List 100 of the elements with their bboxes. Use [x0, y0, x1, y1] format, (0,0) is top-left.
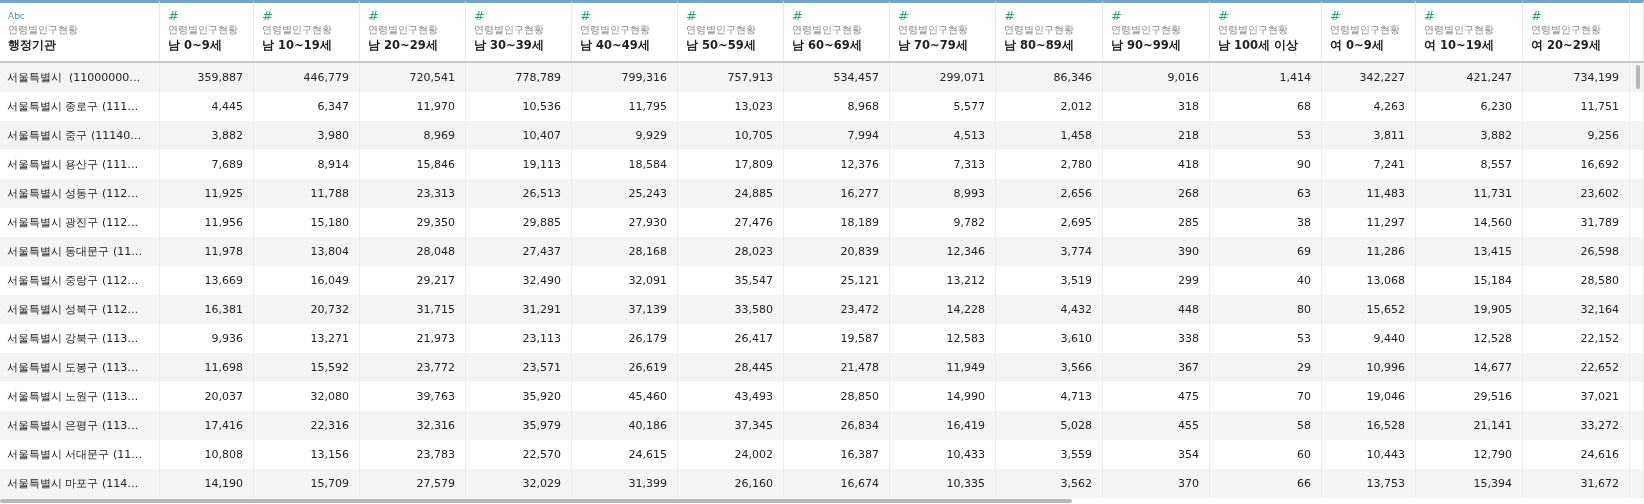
table-cell: 17,416 — [204, 419, 243, 432]
table-cell: 4,713 — [1060, 390, 1092, 403]
table-cell: 35,920 — [522, 390, 561, 403]
table-cell: 33,272 — [1580, 419, 1619, 432]
table-cell: 757,913 — [727, 71, 773, 84]
table-cell: 서울특별시 동대문구 (11… — [7, 244, 143, 259]
table-cell: 778,789 — [515, 71, 561, 84]
number-type-icon: # — [686, 10, 697, 22]
table-cell: 19,587 — [840, 332, 879, 345]
number-type-icon: # — [262, 10, 273, 22]
table-cell: 3,882 — [1480, 129, 1512, 142]
table-cell: 20,732 — [310, 303, 349, 316]
table-cell: 455 — [1178, 419, 1199, 432]
table-cell: 15,709 — [310, 477, 349, 490]
table-cell: 서울특별시 성북구 (112… — [7, 302, 139, 317]
table-cell: 3,882 — [211, 129, 243, 142]
table-cell: 서울특별시 중구 (11140… — [7, 128, 142, 143]
table-cell: 90 — [1297, 158, 1311, 171]
table-cell: 40 — [1297, 274, 1311, 287]
table-cell: 23,113 — [522, 332, 561, 345]
table-cell: 4,263 — [1373, 100, 1405, 113]
table-cell: 16,528 — [1366, 419, 1405, 432]
table-cell: 1,458 — [1060, 129, 1092, 142]
table-cell: 31,672 — [1580, 477, 1619, 490]
number-type-icon: # — [898, 10, 909, 22]
number-type-icon: # — [168, 10, 179, 22]
table-cell: 14,228 — [946, 303, 985, 316]
table-cell: 9,936 — [211, 332, 243, 345]
table-cell: 29,516 — [1473, 390, 1512, 403]
table-cell: 11,795 — [628, 100, 667, 113]
table-cell: 12,376 — [840, 158, 879, 171]
number-type-icon: # — [1111, 10, 1122, 22]
table-cell: 370 — [1178, 477, 1199, 490]
table-cell: 22,316 — [310, 419, 349, 432]
table-cell: 15,180 — [310, 216, 349, 229]
table-cell: 14,560 — [1473, 216, 1512, 229]
table-cell: 421,247 — [1466, 71, 1512, 84]
table-cell: 4,513 — [953, 129, 985, 142]
table-cell: 16,277 — [840, 187, 879, 200]
table-cell: 16,387 — [840, 448, 879, 461]
table-cell: 31,399 — [628, 477, 667, 490]
table-cell: 318 — [1178, 100, 1199, 113]
table-cell: 11,949 — [946, 361, 985, 374]
table-cell: 32,164 — [1580, 303, 1619, 316]
table-cell: 359,887 — [197, 71, 243, 84]
table-cell: 45,460 — [628, 390, 667, 403]
table-cell: 390 — [1178, 245, 1199, 258]
table-cell: 16,049 — [310, 274, 349, 287]
table-cell: 37,345 — [734, 419, 773, 432]
table-cell: 서울특별시 광진구 (112… — [7, 215, 139, 230]
table-cell: 서울특별시 성동구 (112… — [7, 186, 139, 201]
table-cell: 26,834 — [840, 419, 879, 432]
table-cell: 32,316 — [416, 419, 455, 432]
number-type-icon: # — [1424, 10, 1435, 22]
table-cell: 10,705 — [734, 129, 773, 142]
table-cell: 28,580 — [1580, 274, 1619, 287]
table-cell: 37,139 — [628, 303, 667, 316]
table-cell: 32,029 — [522, 477, 561, 490]
vertical-scrollbar[interactable] — [1636, 65, 1640, 89]
data-source-label: 연령별인구현황 — [1004, 24, 1074, 36]
column-title: 남 90~99세 — [1111, 38, 1181, 53]
table-cell: 14,990 — [946, 390, 985, 403]
table-cell: 7,313 — [953, 158, 985, 171]
table-cell: 285 — [1178, 216, 1199, 229]
table-cell: 3,519 — [1060, 274, 1092, 287]
column-title: 남 30~39세 — [474, 38, 544, 53]
table-cell: 33,580 — [734, 303, 773, 316]
table-cell: 16,692 — [1580, 158, 1619, 171]
text-type-icon: Abc — [8, 10, 25, 22]
number-type-icon: # — [792, 10, 803, 22]
table-cell: 19,905 — [1473, 303, 1512, 316]
table-cell: 23,772 — [416, 361, 455, 374]
table-cell: 338 — [1178, 332, 1199, 345]
table-cell: 299,071 — [939, 71, 985, 84]
table-cell: 24,885 — [734, 187, 773, 200]
table-cell: 69 — [1297, 245, 1311, 258]
table-cell: 720,541 — [409, 71, 455, 84]
table-cell: 26,513 — [522, 187, 561, 200]
table-cell: 13,156 — [310, 448, 349, 461]
table-cell: 9,016 — [1167, 71, 1199, 84]
table-cell: 13,271 — [310, 332, 349, 345]
table-cell: 11,978 — [204, 245, 243, 258]
data-source-label: 연령별인구현황 — [1424, 24, 1494, 36]
table-cell: 10,996 — [1366, 361, 1405, 374]
table-cell: 32,091 — [628, 274, 667, 287]
number-type-icon: # — [474, 10, 485, 22]
horizontal-scrollbar[interactable] — [0, 499, 1072, 503]
table-cell: 11,286 — [1366, 245, 1405, 258]
table-cell: 2,656 — [1060, 187, 1092, 200]
table-cell: 서울특별시 은평구 (113… — [7, 418, 139, 433]
column-title: 남 50~59세 — [686, 38, 756, 53]
table-cell: 11,297 — [1366, 216, 1405, 229]
table-cell: 68 — [1297, 100, 1311, 113]
table-cell: 218 — [1178, 129, 1199, 142]
table-cell: 31,291 — [522, 303, 561, 316]
table-cell: 17,809 — [734, 158, 773, 171]
table-cell: 11,751 — [1580, 100, 1619, 113]
table-cell: 3,774 — [1060, 245, 1092, 258]
table-cell: 서울특별시 용산구 (111… — [7, 157, 139, 172]
data-source-label: 연령별인구현황 — [1218, 24, 1288, 36]
